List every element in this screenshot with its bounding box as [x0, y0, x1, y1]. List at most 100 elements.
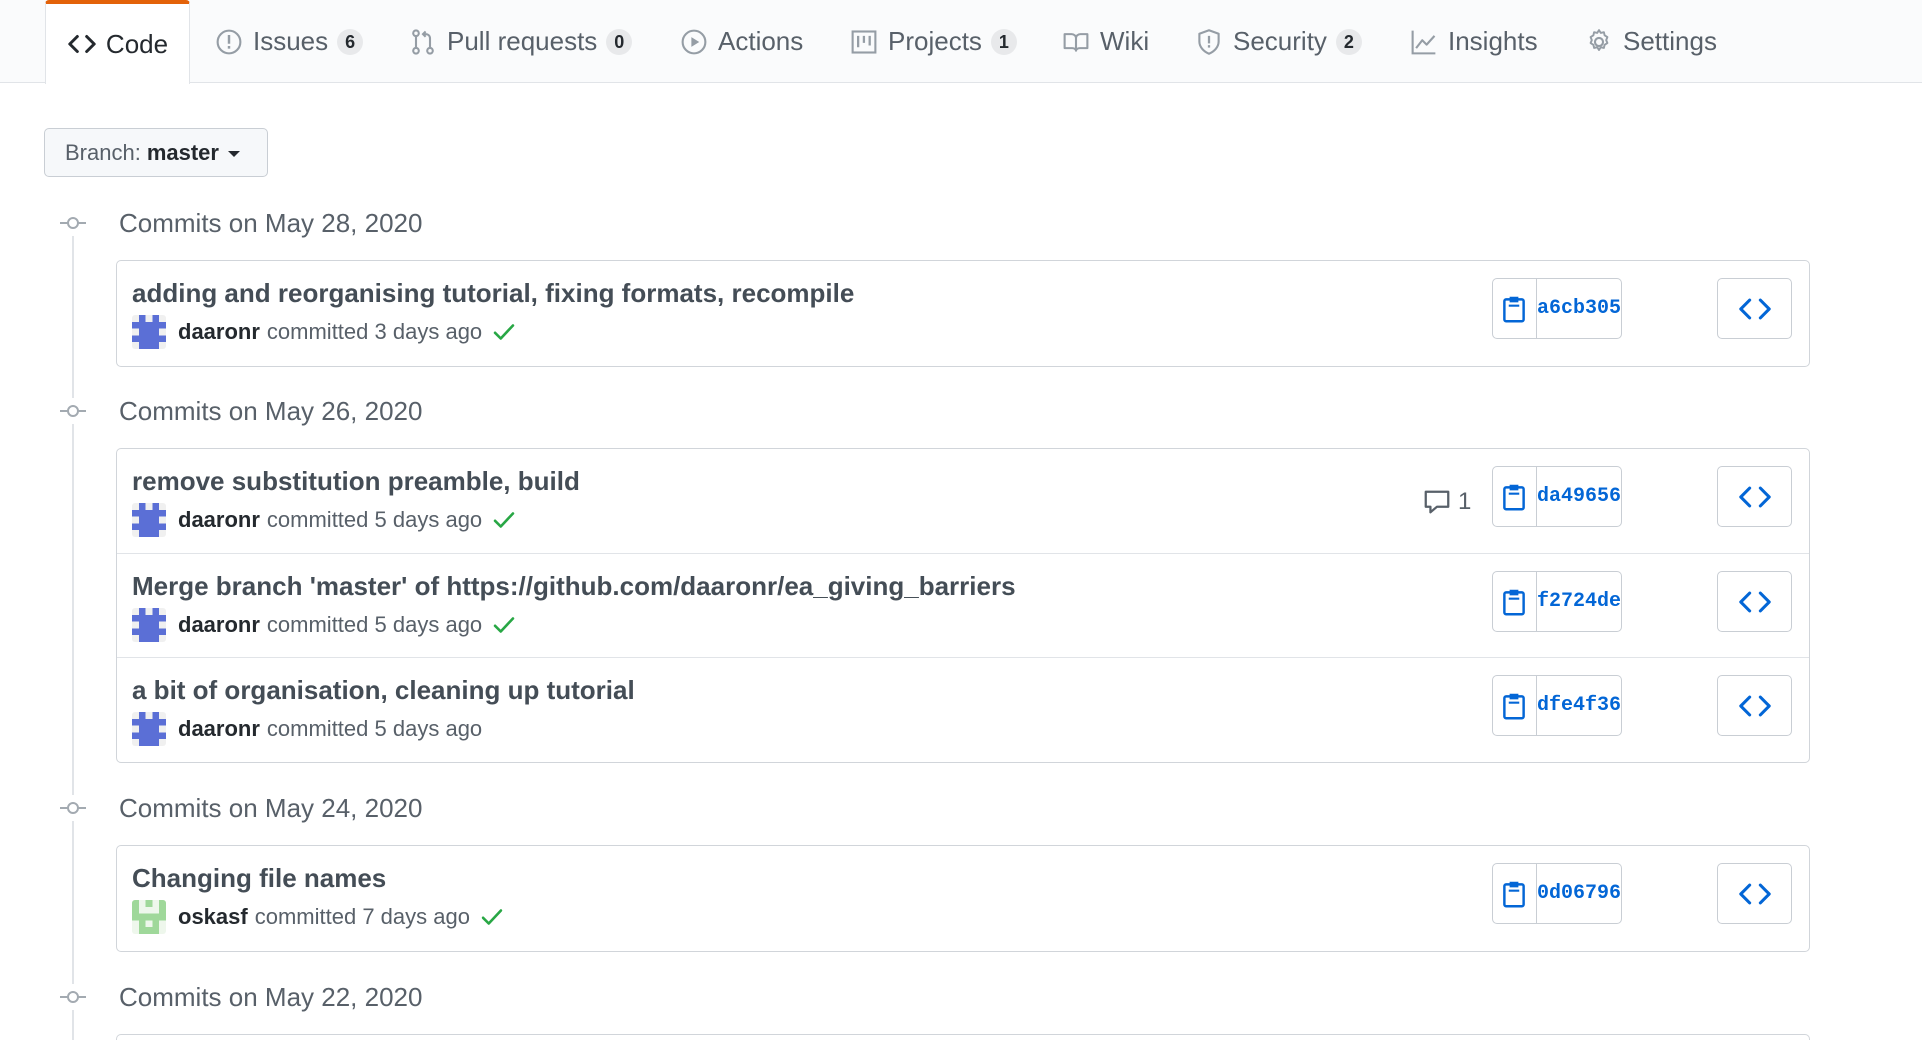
- commit-sha-link[interactable]: 0d06796: [1536, 863, 1622, 924]
- book-icon: [1061, 27, 1091, 57]
- commit-row: adding and reorganising tutorial, fixing…: [117, 261, 1809, 365]
- check-icon[interactable]: [491, 612, 517, 638]
- commit-row: a bit of organisation, cleaning up tutor…: [117, 657, 1809, 761]
- issues-counter: 6: [337, 28, 364, 55]
- avatar[interactable]: [132, 900, 166, 934]
- comment-count: 1: [1458, 488, 1472, 515]
- tab-wiki[interactable]: Wiki: [1061, 0, 1149, 83]
- commit-group-date: Commits on May 24, 2020: [119, 792, 423, 823]
- tab-pull-requests[interactable]: Pull requests 0: [408, 0, 633, 83]
- code-icon: [1738, 298, 1771, 319]
- commit-author-link[interactable]: daaronr: [178, 612, 260, 638]
- commit-group-header: Commits on May 22, 2020: [60, 980, 422, 1014]
- copy-sha-button[interactable]: [1492, 863, 1537, 924]
- commit-meta: daaronr committed 5 days ago: [132, 608, 517, 642]
- clipboard-icon: [1503, 484, 1526, 510]
- tab-label: Issues: [253, 26, 329, 56]
- code-icon: [1738, 486, 1771, 507]
- copy-sha-button[interactable]: [1492, 571, 1537, 632]
- comment-icon: [1424, 490, 1450, 514]
- copy-sha-button[interactable]: [1492, 466, 1537, 527]
- avatar[interactable]: [132, 608, 166, 642]
- commit-message-link[interactable]: a bit of organisation, cleaning up tutor…: [132, 675, 635, 706]
- code-icon: [67, 29, 97, 59]
- commit-verb: committed: [266, 716, 369, 741]
- browse-repo-button[interactable]: [1717, 278, 1792, 339]
- commit-meta: daaronr committed 5 days ago: [132, 712, 482, 746]
- commit-meta: oskasf committed 7 days ago: [132, 900, 505, 934]
- sha-button-group: dfe4f36: [1492, 675, 1622, 736]
- commit-row: Changing file names oskasf committed 7 d…: [117, 846, 1809, 950]
- tab-label: Code: [105, 28, 169, 59]
- commit-time: 5 days ago: [374, 507, 483, 532]
- commit-group-header: Commits on May 26, 2020: [60, 394, 422, 428]
- commit-meta: daaronr committed 5 days ago: [132, 503, 517, 537]
- commit-list: adding and reorganising tutorial, fixing…: [116, 260, 1810, 367]
- issue-icon: [214, 27, 244, 57]
- play-icon: [679, 27, 709, 57]
- commit-sha-link[interactable]: f2724de: [1536, 571, 1622, 632]
- commit-time: 5 days ago: [374, 612, 483, 637]
- commit-author-link[interactable]: daaronr: [178, 716, 260, 742]
- branch-value: master: [146, 139, 219, 165]
- commit-message-link[interactable]: Merge branch 'master' of https://github.…: [132, 571, 1016, 602]
- code-icon: [1738, 591, 1771, 612]
- commit-meta: daaronr committed 3 days ago: [132, 315, 517, 349]
- tab-label: Actions: [718, 26, 804, 56]
- tab-issues[interactable]: Issues 6: [214, 0, 364, 83]
- branch-select-button[interactable]: Branch: master: [44, 128, 268, 177]
- tab-label: Pull requests: [447, 26, 598, 56]
- commit-list: [116, 1034, 1810, 1040]
- commit-sha-link[interactable]: da49656: [1536, 466, 1622, 527]
- commit-sha-link[interactable]: a6cb305: [1536, 278, 1622, 339]
- browse-repo-button[interactable]: [1717, 466, 1792, 527]
- tab-code[interactable]: Code: [45, 0, 190, 84]
- commit-node-icon: [60, 984, 86, 1010]
- check-icon[interactable]: [491, 507, 517, 533]
- commit-author-link[interactable]: oskasf: [178, 904, 248, 930]
- tab-label: Projects: [888, 26, 982, 56]
- avatar[interactable]: [132, 315, 166, 349]
- commit-sha-link[interactable]: dfe4f36: [1536, 675, 1622, 736]
- tab-settings[interactable]: Settings: [1584, 0, 1717, 83]
- graph-icon: [1409, 27, 1439, 57]
- sha-button-group: f2724de: [1492, 571, 1622, 632]
- commit-group-date: Commits on May 28, 2020: [119, 207, 423, 238]
- browse-repo-button[interactable]: [1717, 571, 1792, 632]
- sha-button-group: a6cb305: [1492, 278, 1622, 339]
- commit-node-icon: [60, 210, 86, 236]
- commit-verb: committed: [266, 612, 369, 637]
- copy-sha-button[interactable]: [1492, 278, 1537, 339]
- check-icon[interactable]: [479, 904, 505, 930]
- commit-author-link[interactable]: daaronr: [178, 507, 260, 533]
- tab-actions[interactable]: Actions: [679, 0, 803, 83]
- check-icon[interactable]: [491, 319, 517, 345]
- avatar[interactable]: [132, 503, 166, 537]
- commit-message-link[interactable]: adding and reorganising tutorial, fixing…: [132, 278, 854, 309]
- tab-security[interactable]: Security 2: [1194, 0, 1362, 83]
- commit-group-header: Commits on May 24, 2020: [60, 791, 422, 825]
- commit-row: Merge branch 'master' of https://github.…: [117, 553, 1809, 657]
- commit-node-icon: [60, 795, 86, 821]
- branch-label: Branch:: [65, 139, 141, 165]
- commit-list: remove substitution preamble, build daar…: [116, 448, 1810, 763]
- tab-insights[interactable]: Insights: [1409, 0, 1538, 83]
- tab-label: Insights: [1448, 26, 1538, 56]
- clipboard-icon: [1503, 693, 1526, 719]
- browse-repo-button[interactable]: [1717, 675, 1792, 736]
- commit-node-icon: [60, 398, 86, 424]
- commit-group-date: Commits on May 26, 2020: [119, 395, 423, 426]
- comment-count-link[interactable]: 1: [1422, 487, 1471, 517]
- browse-repo-button[interactable]: [1717, 863, 1792, 924]
- tab-projects[interactable]: Projects 1: [849, 0, 1017, 83]
- tab-label: Wiki: [1100, 26, 1150, 56]
- commit-message-link[interactable]: Changing file names: [132, 863, 386, 894]
- shield-icon: [1194, 27, 1224, 57]
- repo-nav: Code Issues 6 Pull requests 0 Actions Pr…: [0, 0, 1922, 84]
- commit-author-link[interactable]: daaronr: [178, 319, 260, 345]
- clipboard-icon: [1503, 296, 1526, 322]
- avatar[interactable]: [132, 712, 166, 746]
- code-icon: [1738, 695, 1771, 716]
- commit-message-link[interactable]: remove substitution preamble, build: [132, 466, 580, 497]
- copy-sha-button[interactable]: [1492, 675, 1537, 736]
